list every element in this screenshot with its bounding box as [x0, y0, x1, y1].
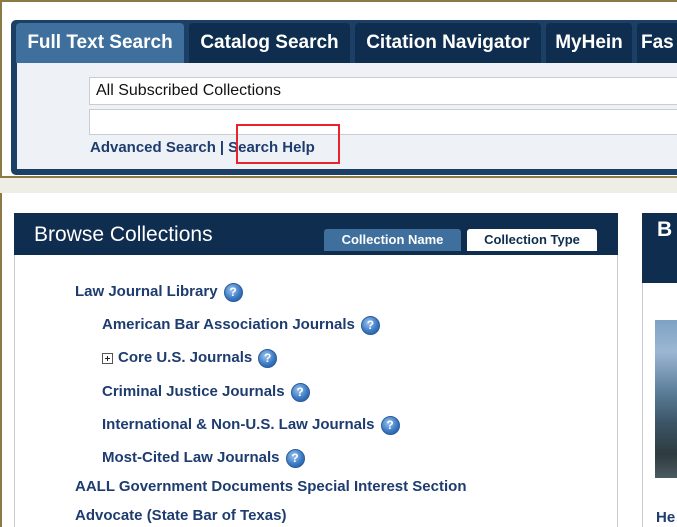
- collection-item[interactable]: Advocate (State Bar of Texas): [75, 505, 286, 527]
- collection-item-label[interactable]: American Bar Association Journals: [102, 316, 355, 333]
- collection-item[interactable]: Most-Cited Law Journals?: [102, 447, 305, 469]
- tab-citation-navigator[interactable]: Citation Navigator: [355, 23, 541, 63]
- help-question-icon[interactable]: ?: [285, 448, 305, 468]
- tab-collection-type[interactable]: Collection Type: [467, 229, 597, 251]
- collection-item[interactable]: Core U.S. Journals?: [102, 347, 278, 369]
- collection-item-label[interactable]: Most-Cited Law Journals: [102, 449, 280, 466]
- collection-item[interactable]: AALL Government Documents Special Intere…: [75, 476, 466, 498]
- collection-select[interactable]: All Subscribed Collections: [89, 77, 677, 105]
- advanced-search-link[interactable]: Advanced Search: [90, 139, 216, 156]
- search-input[interactable]: [89, 109, 677, 135]
- help-question-icon[interactable]: ?: [258, 348, 278, 368]
- tab-full-text-search[interactable]: Full Text Search: [16, 23, 184, 63]
- collection-item[interactable]: Law Journal Library?: [75, 281, 243, 303]
- tab-collection-name[interactable]: Collection Name: [324, 229, 461, 251]
- page-frame-top: [0, 0, 677, 2]
- collection-item-label[interactable]: Law Journal Library: [75, 283, 218, 300]
- collection-item-label[interactable]: AALL Government Documents Special Intere…: [75, 478, 466, 495]
- tab-fastcase[interactable]: Fas: [637, 23, 677, 63]
- help-question-icon[interactable]: ?: [290, 382, 310, 402]
- link-separator: |: [219, 139, 225, 156]
- side-panel-image[interactable]: [655, 320, 677, 478]
- collection-item[interactable]: Criminal Justice Journals?: [102, 381, 310, 403]
- browse-collections-title: Browse Collections: [34, 223, 213, 246]
- collection-item[interactable]: International & Non-U.S. Law Journals?: [102, 414, 400, 436]
- tab-myhein[interactable]: MyHein: [546, 23, 632, 63]
- content-band: [0, 176, 677, 193]
- side-panel-title: B: [657, 218, 673, 241]
- collection-item-label[interactable]: Core U.S. Journals: [118, 349, 252, 366]
- collection-item-label[interactable]: Criminal Justice Journals: [102, 383, 285, 400]
- side-panel-link[interactable]: He: [656, 509, 675, 526]
- help-question-icon[interactable]: ?: [360, 315, 380, 335]
- plus-box-icon[interactable]: [102, 352, 113, 364]
- collection-item[interactable]: American Bar Association Journals?: [102, 314, 380, 336]
- help-question-icon[interactable]: ?: [380, 415, 400, 435]
- tab-catalog-search[interactable]: Catalog Search: [189, 23, 350, 63]
- page-frame-left: [0, 0, 2, 527]
- help-question-icon[interactable]: ?: [223, 282, 243, 302]
- collection-item-label[interactable]: International & Non-U.S. Law Journals: [102, 416, 375, 433]
- collection-item-label[interactable]: Advocate (State Bar of Texas): [75, 507, 286, 524]
- search-help-highlight: [236, 124, 340, 164]
